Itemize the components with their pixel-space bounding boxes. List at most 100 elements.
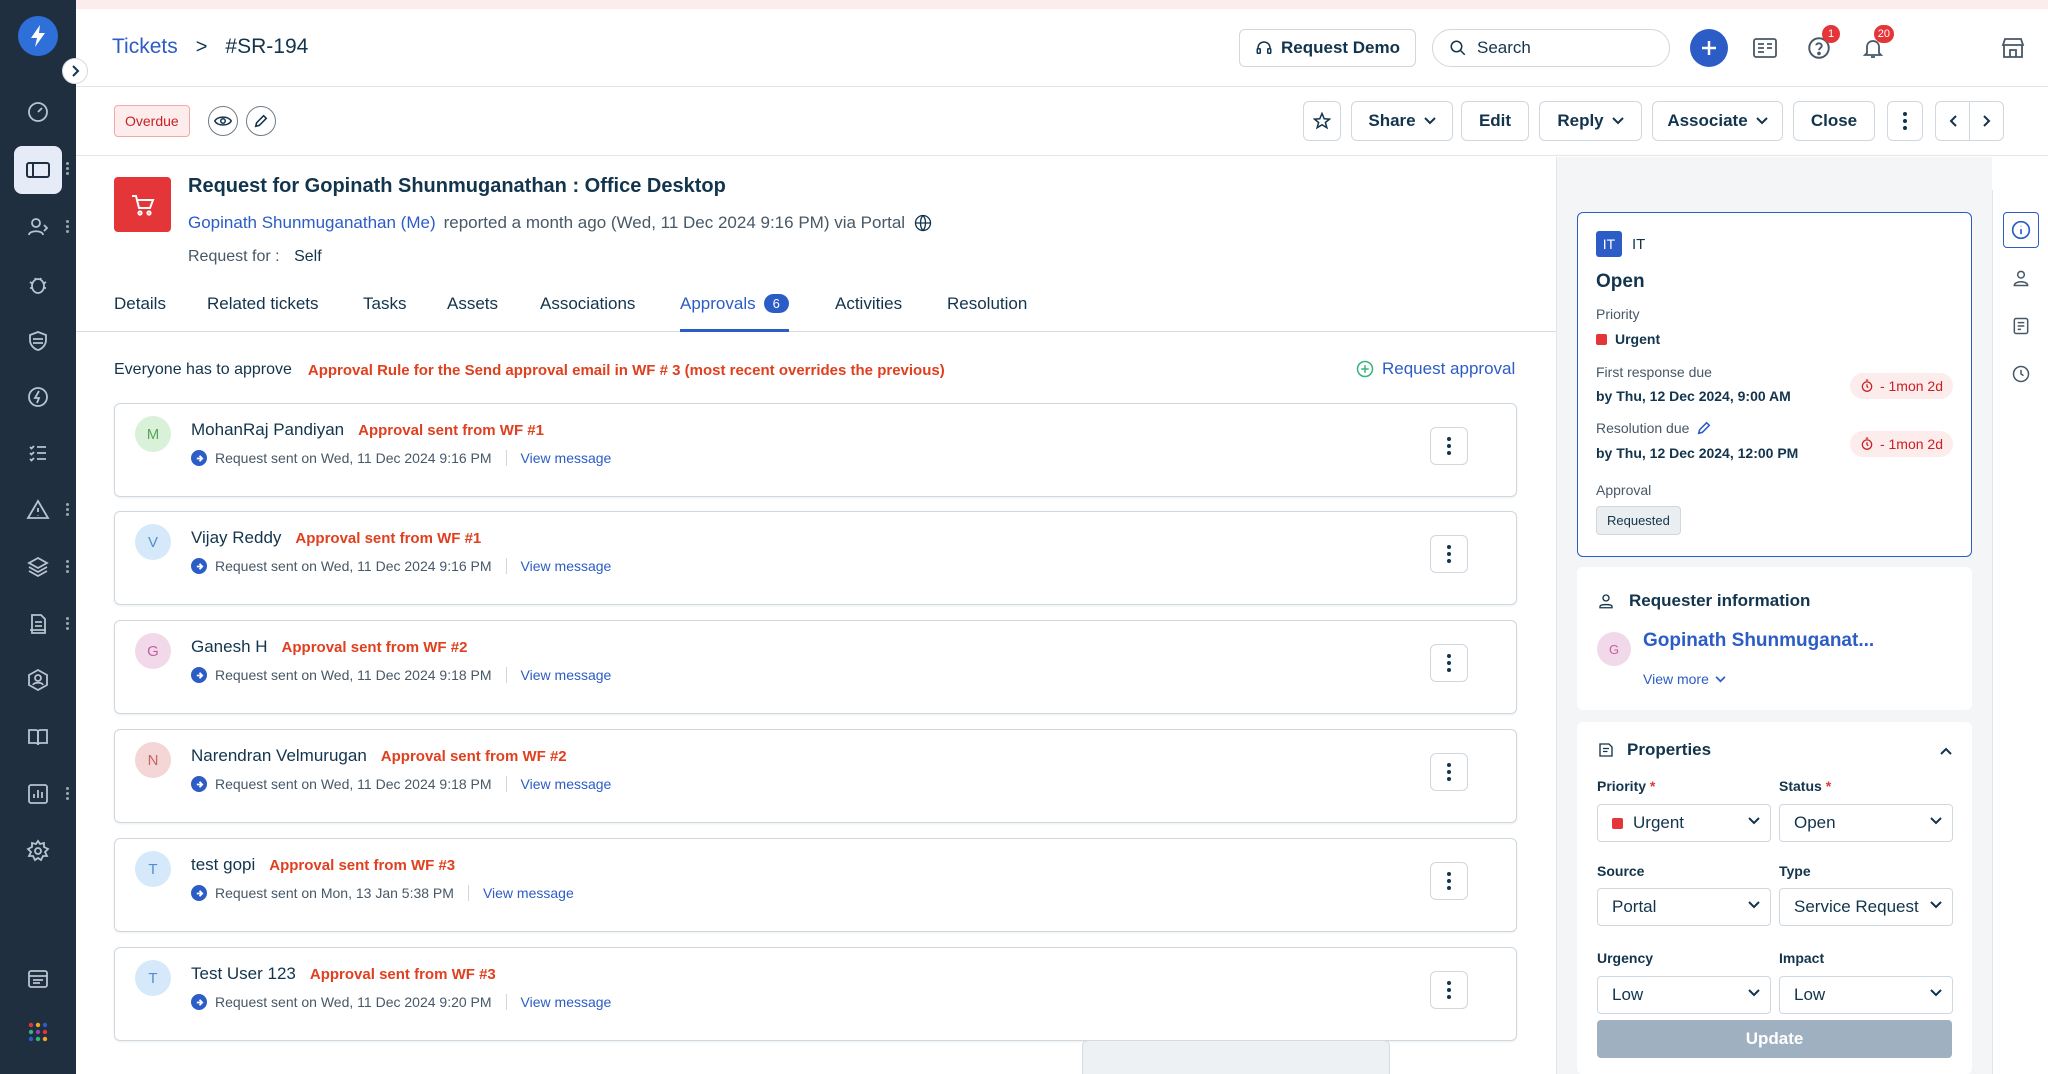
approver-name-row: Ganesh H Approval sent from WF #2 [191, 637, 467, 657]
approval-more-button[interactable] [1430, 971, 1468, 1009]
view-message-link[interactable]: View message [521, 450, 612, 466]
notifications-button[interactable]: 20 [1854, 25, 1894, 67]
reply-button[interactable]: Reply [1539, 101, 1642, 141]
apps-grid-icon[interactable] [14, 1008, 62, 1056]
collapse-properties-button[interactable] [1940, 742, 1952, 760]
next-ticket-button[interactable] [1969, 101, 2004, 141]
breadcrumb-tickets-link[interactable]: Tickets [112, 35, 178, 59]
kanban-board-button[interactable] [1746, 29, 1784, 67]
change-icon[interactable] [14, 373, 62, 421]
notes-icon[interactable] [2003, 308, 2039, 344]
layers-more-icon[interactable] [64, 558, 70, 576]
reports-more-icon[interactable] [64, 785, 70, 803]
star-button[interactable] [1303, 101, 1341, 141]
contact-icon[interactable] [2003, 260, 2039, 296]
previous-ticket-button[interactable] [1935, 101, 1970, 141]
approval-everyone-text: Everyone has to approve [114, 361, 292, 378]
approver-name: MohanRaj Pandiyan [191, 420, 345, 439]
chevron-down-icon [1930, 901, 1942, 909]
reports-icon[interactable] [14, 770, 62, 818]
kebab-menu-icon [1903, 112, 1907, 130]
tab-label: Activities [835, 294, 903, 313]
sidebar-expand-button[interactable] [62, 58, 88, 84]
watch-button[interactable] [208, 106, 238, 136]
approval-more-button[interactable] [1430, 644, 1468, 682]
tickets-more-icon[interactable] [64, 160, 70, 178]
status-select[interactable]: Open [1779, 804, 1953, 842]
tab-tasks[interactable]: Tasks [363, 294, 406, 332]
approval-more-button[interactable] [1430, 535, 1468, 573]
more-actions-button[interactable] [1887, 101, 1923, 141]
support-icon[interactable] [14, 656, 62, 704]
knowledge-book-icon[interactable] [14, 713, 62, 761]
view-more-link[interactable]: View more [1643, 671, 1726, 687]
alert-icon[interactable] [14, 486, 62, 534]
tab-resolution[interactable]: Resolution [947, 294, 1027, 332]
associate-button[interactable]: Associate [1652, 101, 1783, 141]
contract-icon[interactable] [14, 600, 62, 648]
store-icon[interactable] [1994, 29, 2032, 67]
tab-related-tickets[interactable]: Related tickets [207, 294, 319, 332]
type-select-value: Service Request [1794, 897, 1919, 916]
shield-icon[interactable] [14, 317, 62, 365]
dashboard-icon[interactable] [14, 88, 62, 136]
edit-pencil-button[interactable] [246, 106, 276, 136]
impact-select[interactable]: Low [1779, 976, 1953, 1014]
requester-name-link[interactable]: Gopinath Shunmuganat... [1643, 630, 1874, 652]
view-message-link[interactable]: View message [521, 994, 612, 1010]
view-message-link[interactable]: View message [521, 558, 612, 574]
info-icon[interactable] [2003, 212, 2039, 248]
edit-pencil-icon[interactable] [1697, 421, 1711, 435]
reply-label: Reply [1557, 111, 1604, 130]
view-message-link[interactable]: View message [521, 776, 612, 792]
urgency-select[interactable]: Low [1597, 976, 1771, 1014]
first-response-sla-badge: - 1mon 2d [1849, 373, 1953, 399]
view-message-link[interactable]: View message [521, 667, 612, 683]
new-item-plus-button[interactable] [1690, 29, 1728, 67]
app-switcher-icon[interactable] [14, 955, 62, 1003]
approver-avatar: T [135, 960, 171, 996]
bug-icon[interactable] [14, 261, 62, 309]
tab-associations[interactable]: Associations [540, 294, 635, 332]
tickets-icon[interactable] [14, 146, 62, 194]
approval-more-button[interactable] [1430, 427, 1468, 465]
ticket-meta: Gopinath Shunmuganathan (Me) reported a … [188, 213, 933, 233]
approval-more-button[interactable] [1430, 862, 1468, 900]
global-search-input[interactable]: Search [1432, 29, 1670, 67]
approver-name-row: test gopi Approval sent from WF #3 [191, 855, 455, 875]
request-approval-link[interactable]: Request approval [1356, 359, 1515, 379]
users-more-icon[interactable] [64, 218, 70, 236]
tab-activities[interactable]: Activities [835, 294, 902, 332]
tab-details[interactable]: Details [114, 294, 166, 332]
close-button[interactable]: Close [1793, 101, 1875, 141]
edit-button[interactable]: Edit [1461, 101, 1529, 141]
request-demo-button[interactable]: Request Demo [1239, 29, 1416, 67]
users-icon[interactable] [14, 203, 62, 251]
layers-icon[interactable] [14, 543, 62, 591]
headset-icon [1256, 41, 1272, 54]
close-label: Close [1810, 111, 1858, 130]
requester-link[interactable]: Gopinath Shunmuganathan (Me) [188, 213, 436, 233]
help-button[interactable]: 1 [1800, 25, 1840, 67]
settings-gear-icon[interactable] [14, 827, 62, 875]
request-demo-label: Request Demo [1280, 38, 1401, 57]
overdue-badge: Overdue [114, 105, 190, 137]
priority-select[interactable]: Urgent [1597, 804, 1771, 842]
share-button[interactable]: Share [1351, 101, 1453, 141]
tasks-icon[interactable] [14, 429, 62, 477]
view-message-link[interactable]: View message [483, 885, 574, 901]
priority-value: Urgent [1596, 331, 1660, 347]
tab-assets[interactable]: Assets [447, 294, 498, 332]
approval-more-button[interactable] [1430, 753, 1468, 791]
source-select[interactable]: Portal [1597, 888, 1771, 926]
update-button[interactable]: Update [1597, 1020, 1952, 1058]
app-logo-icon[interactable] [18, 16, 58, 56]
contract-more-icon[interactable] [64, 615, 70, 633]
request-for-row: Request for : Self [188, 248, 322, 266]
approval-status-badge: Requested [1596, 506, 1681, 535]
approver-avatar: N [135, 742, 171, 778]
type-select[interactable]: Service Request [1779, 888, 1953, 926]
tab-approvals[interactable]: Approvals 6 [680, 294, 789, 332]
alert-more-icon[interactable] [64, 501, 70, 519]
timeline-clock-icon[interactable] [2003, 356, 2039, 392]
